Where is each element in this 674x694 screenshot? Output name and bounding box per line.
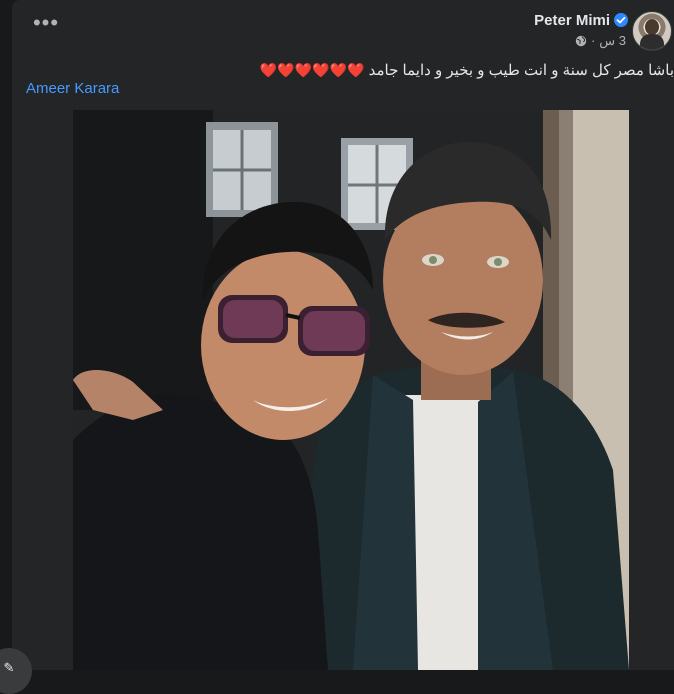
photo-illustration bbox=[73, 110, 629, 670]
tagged-person-link[interactable]: Ameer Karara bbox=[26, 80, 119, 98]
post-card: ••• Peter Mimi 3 س · باشا مصر كل سنة و ا… bbox=[12, 0, 674, 670]
more-options-button[interactable]: ••• bbox=[32, 12, 60, 38]
post-photo[interactable] bbox=[73, 110, 629, 670]
post-message: باشا مصر كل سنة و انت طيب و بخير و دايما… bbox=[368, 62, 674, 79]
author-name[interactable]: Peter Mimi bbox=[534, 12, 610, 30]
hearts-emoji: ❤️❤️❤️❤️❤️❤️ bbox=[259, 62, 365, 78]
meta-separator: · bbox=[590, 33, 596, 48]
author-avatar[interactable] bbox=[632, 11, 672, 51]
chat-icon: ✎ bbox=[3, 660, 15, 675]
more-options-icon: ••• bbox=[32, 10, 60, 35]
post-text: باشا مصر كل سنة و انت طيب و بخير و دايما… bbox=[260, 60, 674, 81]
post-meta: 3 س · bbox=[575, 33, 626, 49]
post-time[interactable]: 3 س bbox=[599, 33, 626, 49]
verified-badge-icon bbox=[614, 13, 628, 27]
globe-icon bbox=[575, 35, 587, 47]
